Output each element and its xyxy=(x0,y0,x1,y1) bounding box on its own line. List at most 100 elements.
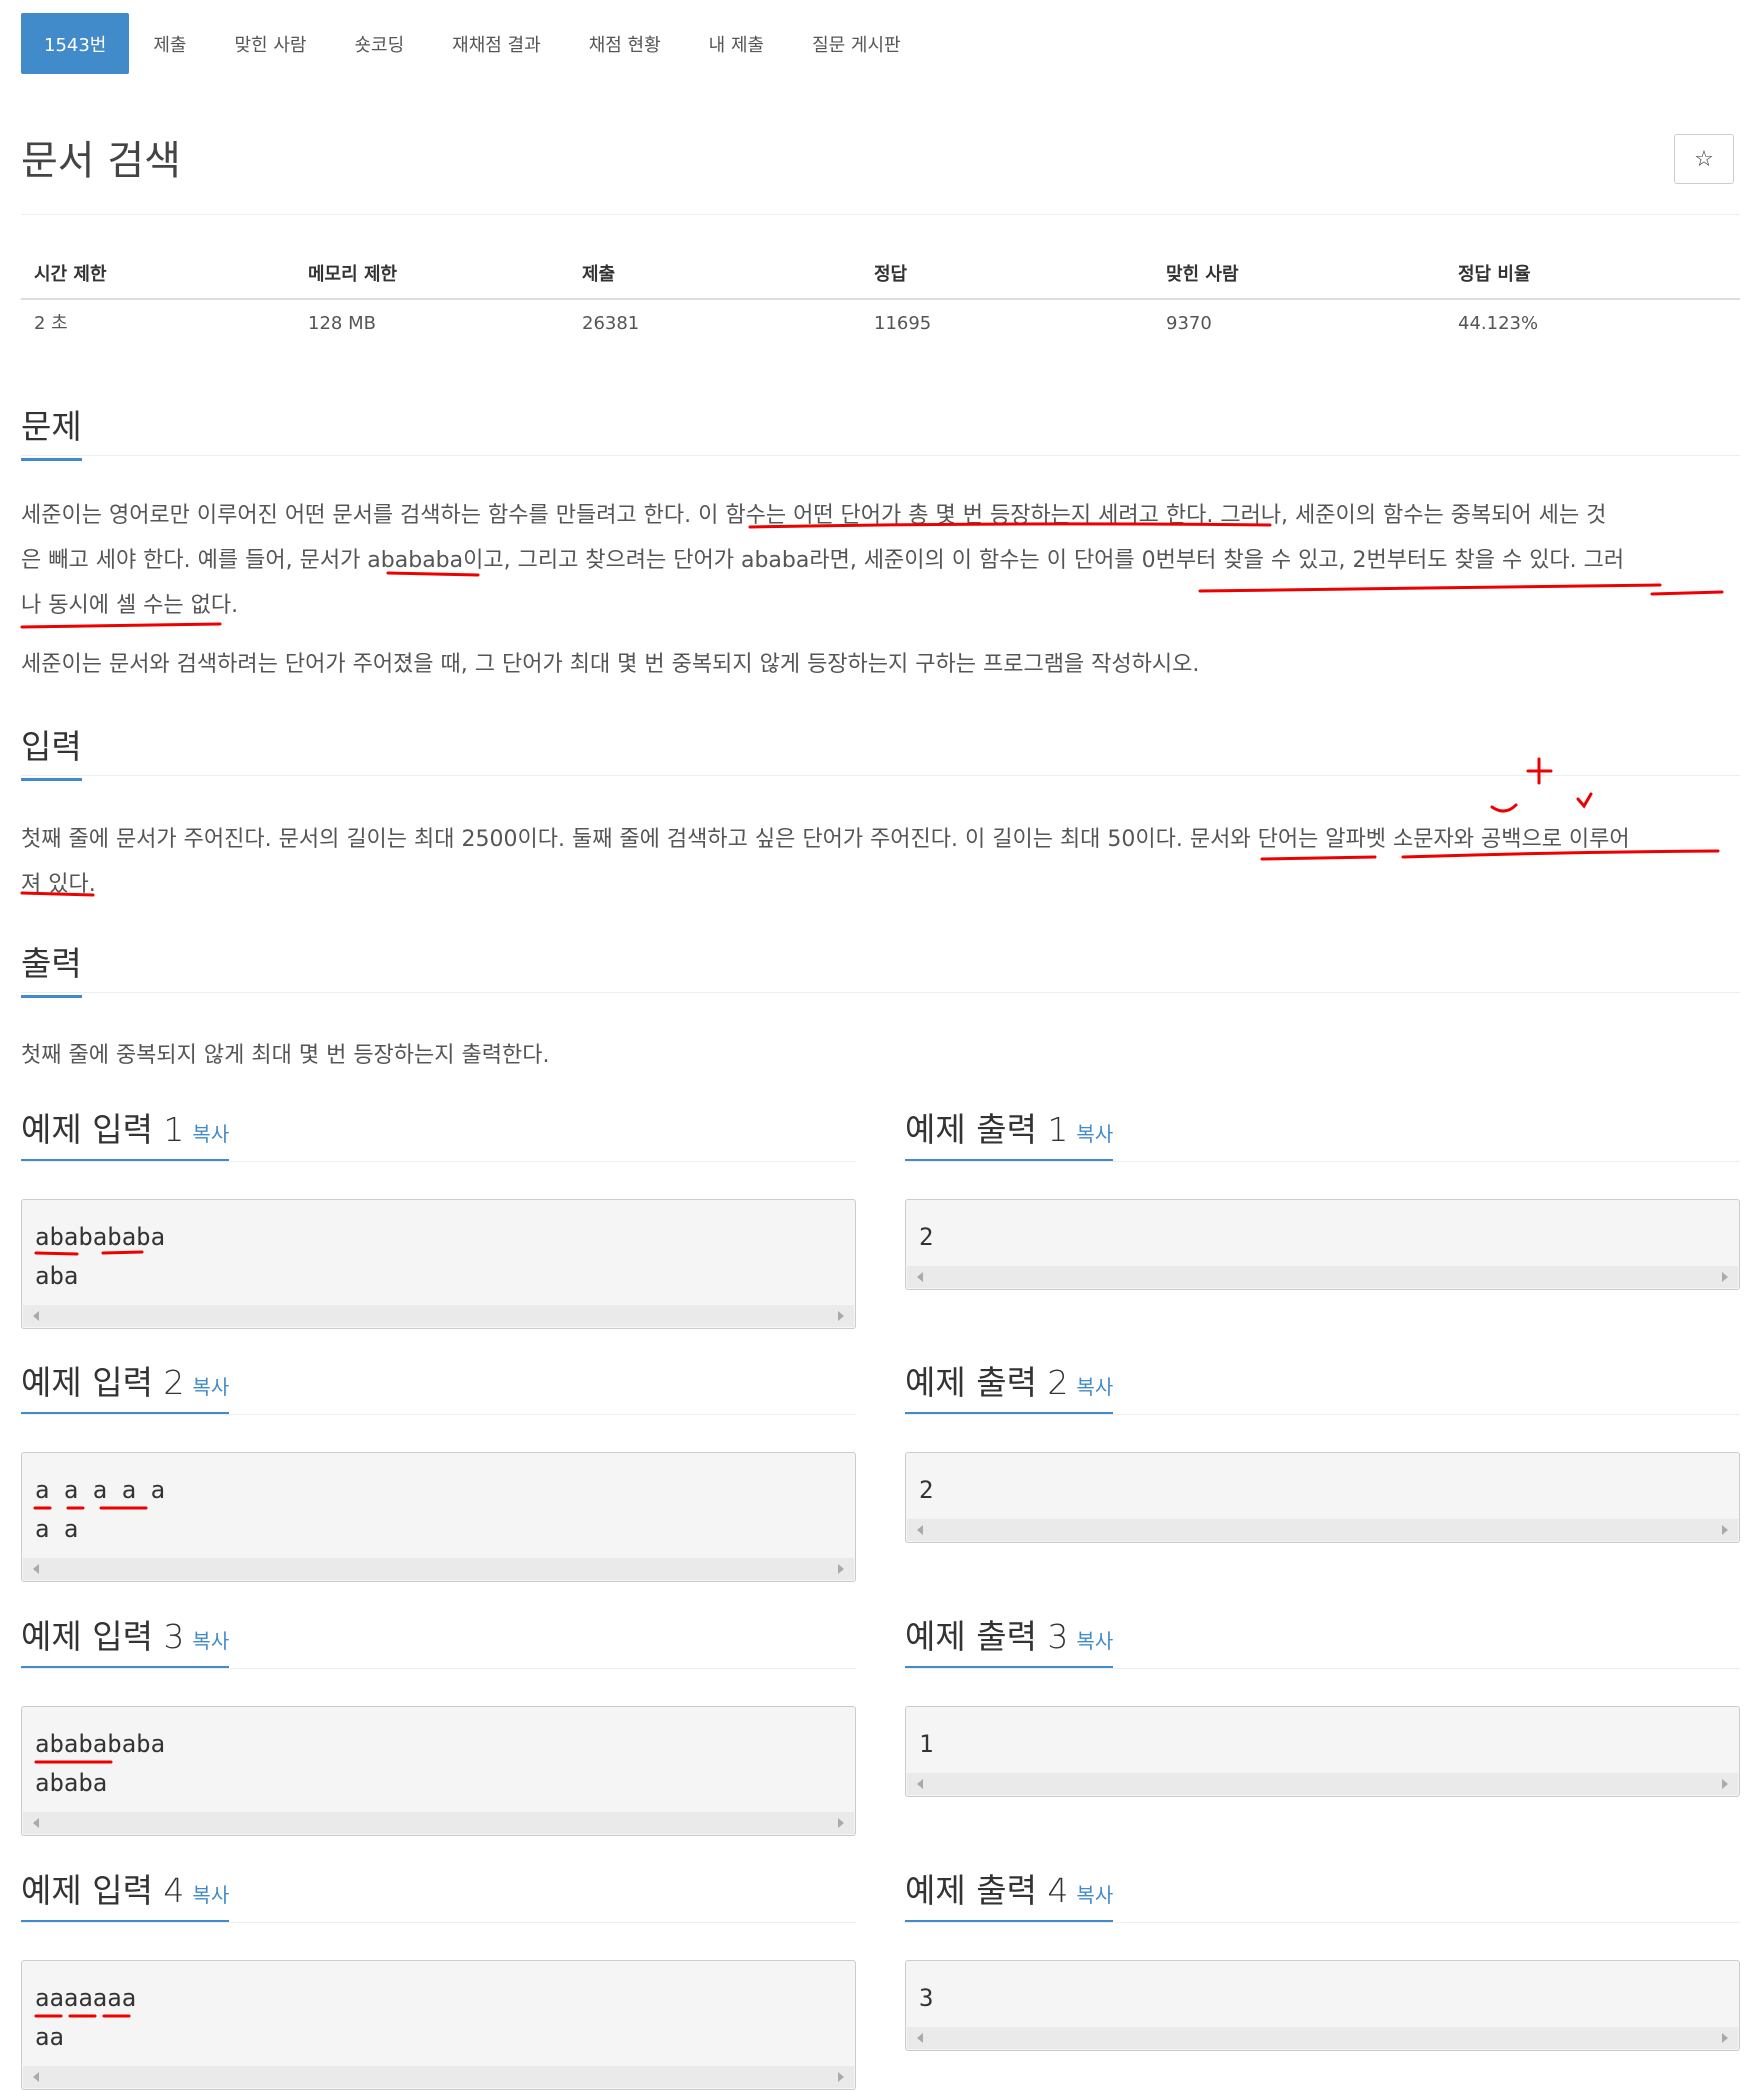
scroll-left-arrow-icon[interactable] xyxy=(33,1818,39,1828)
scroll-right-arrow-icon[interactable] xyxy=(1722,1272,1728,1282)
sample-input-box-1[interactable]: ababababa aba xyxy=(21,1199,856,1329)
horizontal-scrollbar[interactable] xyxy=(907,1519,1738,1541)
input-line-1: 첫째 줄에 문서가 주어진다. 문서의 길이는 최대 2500이다. 둘째 줄에… xyxy=(21,827,1630,852)
sample-input-text: aaaaaaa aa xyxy=(35,1984,137,2051)
scroll-right-arrow-icon[interactable] xyxy=(838,1564,844,1574)
copy-button[interactable]: 복사 xyxy=(1076,1375,1113,1399)
output-line: 첫째 줄에 중복되지 않게 최대 몇 번 등장하는지 출력한다. xyxy=(21,1043,550,1068)
favorite-button[interactable]: ☆ xyxy=(1674,134,1734,184)
tab-judge-status[interactable]: 채점 현황 xyxy=(565,13,685,74)
sample-input-box-4[interactable]: aaaaaaa aa xyxy=(21,1960,856,2090)
sample-title-rule xyxy=(21,1414,856,1415)
scroll-right-arrow-icon[interactable] xyxy=(838,2072,844,2082)
sample-input-box-2[interactable]: a a a a a a a xyxy=(21,1452,856,1582)
copy-button[interactable]: 복사 xyxy=(1076,1122,1113,1146)
value-submissions: 26381 xyxy=(582,313,640,334)
horizontal-scrollbar[interactable] xyxy=(23,1812,854,1834)
scroll-right-arrow-icon[interactable] xyxy=(838,1311,844,1321)
scroll-left-arrow-icon[interactable] xyxy=(917,1525,923,1535)
tab-rejudge-results[interactable]: 재채점 결과 xyxy=(428,13,565,74)
sample-title-text: 예제 입력 4 xyxy=(21,1871,185,1910)
scroll-left-arrow-icon[interactable] xyxy=(917,1272,923,1282)
tab-my-submissions[interactable]: 내 제출 xyxy=(685,13,788,74)
copy-button[interactable]: 복사 xyxy=(192,1629,229,1653)
problem-heading: 문제 xyxy=(21,400,82,461)
value-accept-ratio: 44.123% xyxy=(1458,313,1539,334)
value-solved-users: 9370 xyxy=(1166,313,1212,334)
horizontal-scrollbar[interactable] xyxy=(23,1305,854,1327)
scroll-left-arrow-icon[interactable] xyxy=(917,1779,923,1789)
tab-short-coding[interactable]: 숏코딩 xyxy=(330,13,428,74)
tab-submit[interactable]: 제출 xyxy=(129,13,210,74)
info-header-row: 시간 제한 메모리 제한 제출 정답 맞힌 사람 정답 비율 xyxy=(21,252,1740,298)
copy-button[interactable]: 복사 xyxy=(1076,1629,1113,1653)
section-rule xyxy=(21,992,1740,993)
scroll-left-arrow-icon[interactable] xyxy=(33,1564,39,1574)
sample-output-title-2: 예제 출력 2 복사 xyxy=(905,1356,1113,1404)
output-heading: 출력 xyxy=(21,937,82,998)
header-time-limit: 시간 제한 xyxy=(34,264,107,285)
problem-description: 세준이는 영어로만 이루어진 어떤 문서를 검색하는 함수를 만들려고 한다. … xyxy=(21,493,1740,687)
sample-title-text: 예제 출력 1 xyxy=(905,1110,1069,1149)
horizontal-scrollbar[interactable] xyxy=(907,1266,1738,1288)
sample-title-text: 예제 입력 3 xyxy=(21,1617,185,1656)
scroll-left-arrow-icon[interactable] xyxy=(917,2033,923,2043)
header-accepted: 정답 xyxy=(874,264,908,285)
sample-output-text: 1 xyxy=(919,1730,934,1758)
copy-button[interactable]: 복사 xyxy=(1076,1883,1113,1907)
sample-output-box-1[interactable]: 2 xyxy=(905,1199,1740,1290)
output-description: 첫째 줄에 중복되지 않게 최대 몇 번 등장하는지 출력한다. xyxy=(21,1033,1740,1078)
problem-line-2: 은 빼고 세야 한다. 예를 들어, 문서가 abababa이고, 그리고 찾으… xyxy=(21,548,1625,573)
value-memory-limit: 128 MB xyxy=(308,313,376,334)
problem-line-4: 세준이는 문서와 검색하려는 단어가 주어졌을 때, 그 단어가 최대 몇 번 … xyxy=(21,652,1200,677)
problem-section-header: 문제 xyxy=(21,400,1740,461)
header-accept-ratio: 정답 비율 xyxy=(1458,264,1531,285)
horizontal-scrollbar[interactable] xyxy=(907,1773,1738,1795)
sample-output-text: 3 xyxy=(919,1984,934,2012)
scroll-left-arrow-icon[interactable] xyxy=(33,2072,39,2082)
sample-output-text: 2 xyxy=(919,1223,934,1251)
sample-output-title-1: 예제 출력 1 복사 xyxy=(905,1103,1113,1151)
copy-button[interactable]: 복사 xyxy=(192,1375,229,1399)
sample-title-text: 예제 출력 2 xyxy=(905,1363,1069,1402)
input-heading: 입력 xyxy=(21,720,82,781)
sample-title-rule xyxy=(905,1161,1740,1162)
sample-input-text: a a a a a a a xyxy=(35,1476,166,1543)
sample-title-rule xyxy=(905,1922,1740,1923)
input-line-2: 져 있다. xyxy=(21,872,96,897)
problem-line-3: 나 동시에 셀 수는 없다. xyxy=(21,593,239,618)
tab-solved-users[interactable]: 맞힌 사람 xyxy=(211,13,331,74)
copy-button[interactable]: 복사 xyxy=(192,1122,229,1146)
info-value-row: 2 초 128 MB 26381 11695 9370 44.123% xyxy=(21,300,1740,348)
sample-input-title-2: 예제 입력 2 복사 xyxy=(21,1356,229,1404)
sample-output-text: 2 xyxy=(919,1476,934,1504)
scroll-left-arrow-icon[interactable] xyxy=(33,1311,39,1321)
horizontal-scrollbar[interactable] xyxy=(23,2066,854,2088)
sample-output-title-4: 예제 출력 4 복사 xyxy=(905,1864,1113,1912)
horizontal-scrollbar[interactable] xyxy=(23,1558,854,1580)
sample-output-box-3[interactable]: 1 xyxy=(905,1706,1740,1797)
input-section-header: 입력 xyxy=(21,720,1740,781)
sample-output-box-2[interactable]: 2 xyxy=(905,1452,1740,1543)
value-time-limit: 2 초 xyxy=(34,313,68,334)
horizontal-scrollbar[interactable] xyxy=(907,2027,1738,2049)
tab-question-board[interactable]: 질문 게시판 xyxy=(788,13,925,74)
copy-button[interactable]: 복사 xyxy=(192,1883,229,1907)
problem-line-1: 세준이는 영어로만 이루어진 어떤 문서를 검색하는 함수를 만들려고 한다. … xyxy=(21,503,1607,528)
sample-input-title-4: 예제 입력 4 복사 xyxy=(21,1864,229,1912)
sample-title-text: 예제 출력 4 xyxy=(905,1871,1069,1910)
scroll-right-arrow-icon[interactable] xyxy=(838,1818,844,1828)
sample-input-box-3[interactable]: ababababa ababa xyxy=(21,1706,856,1836)
sample-output-box-4[interactable]: 3 xyxy=(905,1960,1740,2051)
scroll-right-arrow-icon[interactable] xyxy=(1722,2033,1728,2043)
tab-problem-number[interactable]: 1543번 xyxy=(21,13,130,74)
sample-title-rule xyxy=(21,1922,856,1923)
sample-title-text: 예제 출력 3 xyxy=(905,1617,1069,1656)
scroll-right-arrow-icon[interactable] xyxy=(1722,1525,1728,1535)
scroll-right-arrow-icon[interactable] xyxy=(1722,1779,1728,1789)
star-icon: ☆ xyxy=(1694,146,1714,172)
problem-info-table: 시간 제한 메모리 제한 제출 정답 맞힌 사람 정답 비율 2 초 128 M… xyxy=(21,252,1740,348)
output-section-header: 출력 xyxy=(21,937,1740,998)
sample-title-rule xyxy=(905,1414,1740,1415)
header-memory-limit: 메모리 제한 xyxy=(308,264,398,285)
